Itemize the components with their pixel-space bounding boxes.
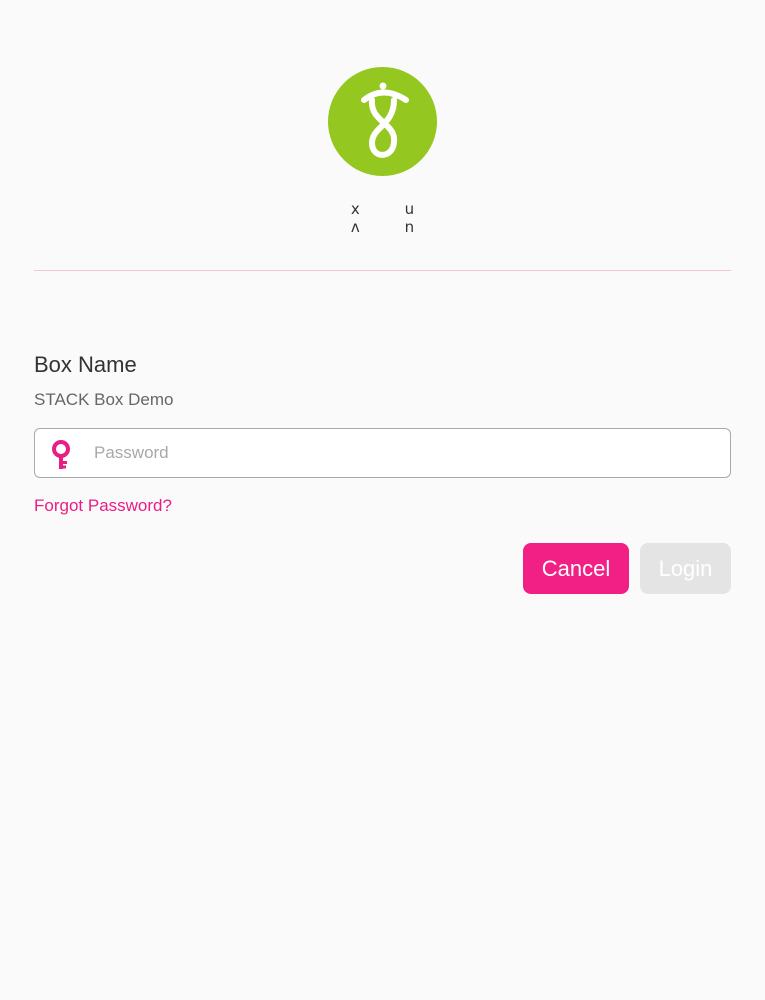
login-button[interactable]: Login: [640, 543, 731, 594]
password-input[interactable]: [94, 429, 714, 477]
brand-wordmark: x u ʌ n: [350, 200, 435, 236]
brand-logo: [328, 67, 437, 176]
box-name-value: STACK Box Demo: [34, 390, 174, 409]
header-divider: [34, 270, 731, 271]
box-name-label: Box Name: [34, 352, 137, 377]
brand-logo-icon: [361, 82, 409, 158]
key-icon: [52, 440, 70, 469]
cancel-button[interactable]: Cancel: [523, 543, 629, 594]
password-field[interactable]: [34, 428, 731, 478]
forgot-password-link[interactable]: Forgot Password?: [34, 496, 172, 516]
